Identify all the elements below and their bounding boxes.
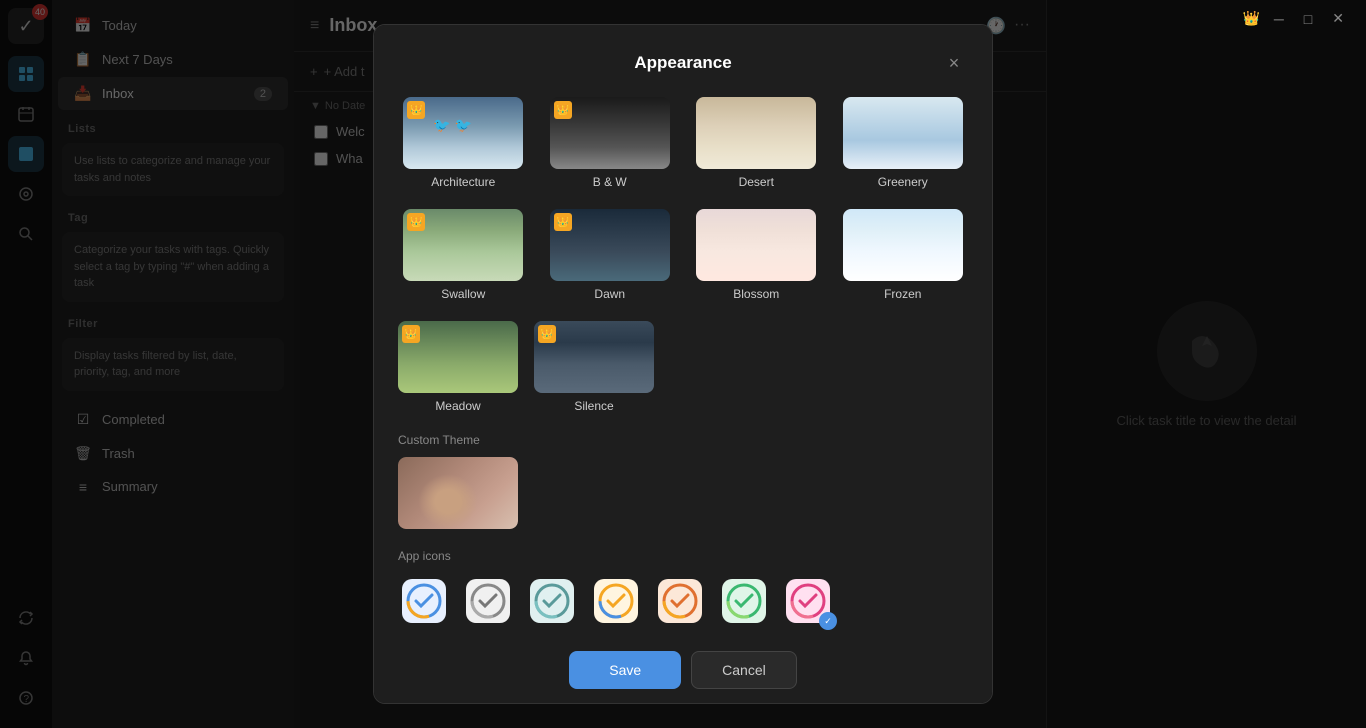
custom-theme-item[interactable] — [398, 457, 518, 529]
modal-title: Appearance — [426, 53, 940, 73]
theme-desert-label: Desert — [739, 175, 774, 189]
theme-frozen[interactable]: Frozen — [838, 209, 969, 301]
theme-bw-label: B & W — [593, 175, 627, 189]
premium-badge: 👑 — [554, 213, 572, 231]
custom-theme-label: Custom Theme — [398, 433, 968, 447]
app-icon-3[interactable] — [526, 575, 578, 627]
theme-meadow[interactable]: 👑 Meadow — [398, 321, 518, 413]
modal-close-button[interactable]: × — [940, 49, 968, 77]
theme-greenery-label: Greenery — [878, 175, 928, 189]
theme-blossom[interactable]: Blossom — [691, 209, 822, 301]
custom-theme-section: Custom Theme — [398, 433, 968, 529]
app-icon-7[interactable]: ✓ — [782, 575, 834, 627]
premium-badge: 👑 — [554, 101, 572, 119]
theme-silence-img: 👑 — [534, 321, 654, 393]
premium-badge: 👑 — [402, 325, 420, 343]
modal-footer: Save Cancel — [398, 651, 968, 689]
theme-bw[interactable]: 👑 B & W — [545, 97, 676, 189]
app-icons-label: App icons — [398, 549, 968, 563]
premium-badge: 👑 — [407, 101, 425, 119]
modal-header: Appearance × — [398, 49, 968, 77]
app-icon-5[interactable] — [654, 575, 706, 627]
cancel-button[interactable]: Cancel — [691, 651, 797, 689]
modal-overlay[interactable]: Appearance × 👑 Architecture 👑 B & W — [0, 0, 1366, 728]
app-icons-row: ✓ — [398, 575, 968, 627]
theme-greenery-img — [843, 97, 963, 169]
appearance-modal: Appearance × 👑 Architecture 👑 B & W — [373, 24, 993, 704]
custom-theme-img — [398, 457, 518, 529]
theme-bw-img: 👑 — [550, 97, 670, 169]
theme-architecture[interactable]: 👑 Architecture — [398, 97, 529, 189]
theme-frozen-label: Frozen — [884, 287, 921, 301]
app-icon-2[interactable] — [462, 575, 514, 627]
theme-silence-label: Silence — [574, 399, 613, 413]
theme-swallow[interactable]: 👑 Swallow — [398, 209, 529, 301]
theme-silence[interactable]: 👑 Silence — [534, 321, 654, 413]
theme-greenery[interactable]: Greenery — [838, 97, 969, 189]
theme-meadow-img: 👑 — [398, 321, 518, 393]
theme-meadow-label: Meadow — [435, 399, 480, 413]
theme-blossom-img — [696, 209, 816, 281]
theme-grid: 👑 Architecture 👑 B & W Desert — [398, 97, 968, 189]
theme-dawn-img: 👑 — [550, 209, 670, 281]
save-button[interactable]: Save — [569, 651, 681, 689]
theme-architecture-label: Architecture — [431, 175, 495, 189]
theme-grid-2: 👑 Swallow 👑 Dawn Blossom — [398, 209, 968, 301]
premium-badge: 👑 — [538, 325, 556, 343]
app-icon-6[interactable] — [718, 575, 770, 627]
app-icons-section: App icons — [398, 549, 968, 627]
minimize-button[interactable]: ─ — [1268, 9, 1290, 29]
premium-badge: 👑 — [407, 213, 425, 231]
app-icon-1[interactable] — [398, 575, 450, 627]
close-window-button[interactable]: ✕ — [1326, 8, 1350, 29]
maximize-button[interactable]: □ — [1298, 9, 1318, 29]
theme-swallow-img: 👑 — [403, 209, 523, 281]
theme-desert[interactable]: Desert — [691, 97, 822, 189]
app-icon-4[interactable] — [590, 575, 642, 627]
theme-dawn-label: Dawn — [594, 287, 625, 301]
theme-desert-img — [696, 97, 816, 169]
theme-architecture-img: 👑 — [403, 97, 523, 169]
theme-dawn[interactable]: 👑 Dawn — [545, 209, 676, 301]
theme-frozen-img — [843, 209, 963, 281]
theme-swallow-label: Swallow — [441, 287, 485, 301]
theme-blossom-label: Blossom — [733, 287, 779, 301]
